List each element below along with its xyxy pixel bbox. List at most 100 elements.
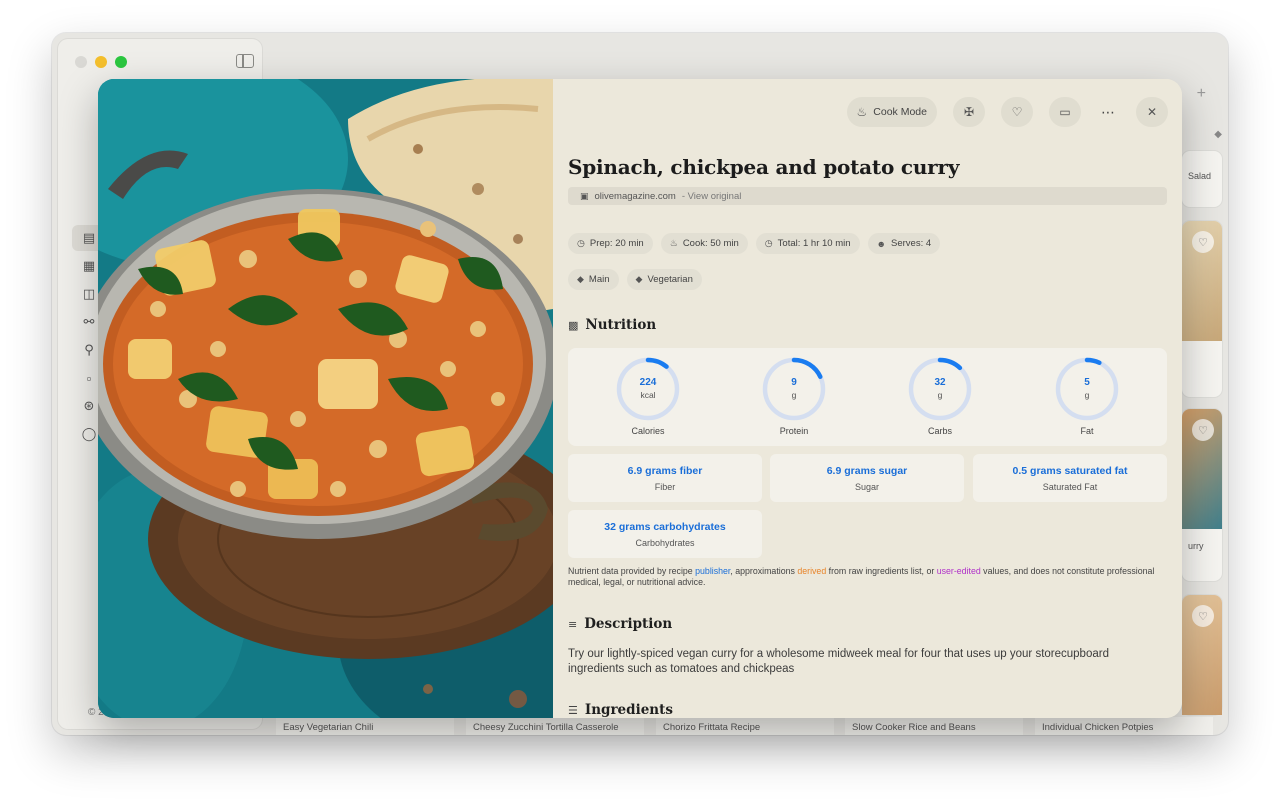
favorite-button[interactable]: ♡ [1001,97,1033,127]
recipe-times: ◷ Prep: 20 min ♨ Cook: 50 min ◷ Total: 1… [568,233,941,254]
nutrition-disclaimer: Nutrient data provided by recipe publish… [568,566,1168,589]
recipe-card-title[interactable]: Chorizo Frittata Recipe [656,717,834,735]
disclaimer-text: Nutrient data provided by recipe [568,566,696,576]
ring-label: Fat [1080,426,1094,436]
fact-value: 6.9 grams fiber [627,465,703,477]
minimize-window-button[interactable] [95,56,107,68]
recipe-photo-illustration [98,79,553,718]
people-icon: ☻ [876,238,887,249]
recipe-toolbar: ♨ Cook Mode ✠ ♡ ▭ ⋯ ✕ [846,97,1168,127]
recipe-card[interactable]: ♡ [1182,221,1222,397]
fat-ring: 5 g Fat [1037,356,1137,436]
tag-main[interactable]: ◆ Main [568,269,619,290]
ring-unit: g [791,390,797,400]
protein-ring: 9 g Protein [744,356,844,436]
zoom-window-button[interactable] [115,56,127,68]
recipe-card-title[interactable]: Individual Chicken Potpies [1035,717,1213,735]
recipe-card-title: urry [1188,541,1204,551]
ring-label: Carbs [927,426,952,436]
progress-ring [762,357,826,421]
text-lines-icon: ≡ [568,617,578,631]
heart-icon: ♡ [1011,105,1023,119]
fact-value: 32 grams carbohydrates [604,521,726,533]
tag-icon[interactable]: ◆ [1214,129,1222,140]
close-icon: ✕ [1146,105,1158,119]
total-time: Total: 1 hr 10 min [777,238,851,249]
publisher-legend: publisher [695,566,731,576]
disclaimer-text: , approximations [730,566,798,576]
serves-pill[interactable]: ☻ Serves: 4 [867,233,941,254]
carbohydrates-fact: 32 grams carbohydrates Carbohydrates [568,510,762,558]
fact-value: 0.5 grams saturated fat [1012,465,1128,477]
fact-label: Carbohydrates [635,538,695,548]
fact-value: 6.9 grams sugar [826,465,908,477]
source-link[interactable]: ▣ olivemagazine.com - View original [568,187,1167,205]
cast-button[interactable]: ▭ [1049,97,1081,127]
ring-label: Calories [631,426,665,436]
saturated-fat-fact: 0.5 grams saturated fat Saturated Fat [973,454,1167,502]
nutrition-heading-text: Nutrition [585,317,657,333]
tag-icon: ◆ [577,274,584,284]
add-button[interactable]: + [1197,85,1206,103]
ring-unit: g [1084,390,1090,400]
ring-label: Protein [779,426,809,436]
recipe-card-title[interactable]: Easy Vegetarian Chili [276,717,454,735]
description-heading: ≡ Description [568,616,672,632]
total-time-pill: ◷ Total: 1 hr 10 min [755,233,860,254]
recipe-card[interactable]: ♡ [1182,595,1222,715]
tag-label: Main [588,274,610,285]
clock-icon: ◷ [764,238,773,248]
more-button[interactable]: ⋯ [1097,97,1120,127]
fact-label: Fiber [654,482,676,492]
fork-knife-icon: ✠ [963,105,975,119]
utensils-button[interactable]: ✠ [953,97,985,127]
ring-value: 9 [791,377,797,388]
carbs-ring: 32 g Carbs [890,356,990,436]
recipe-card-title: Salad [1188,171,1212,181]
view-original-link[interactable]: - View original [682,191,742,202]
external-link-icon: ▣ [580,190,589,201]
description-heading-text: Description [584,616,673,632]
ring-value: 5 [1084,377,1090,388]
ingredients-heading-text: Ingredients [584,702,673,718]
ring-value: 224 [639,377,657,388]
recipe-tags: ◆ Main ◆ Vegetarian [568,269,702,290]
recipe-card[interactable]: Salad [1182,151,1222,207]
cook-time: Cook: 50 min [682,238,739,249]
tag-icon: ◆ [635,274,643,284]
recipe-photo [98,79,553,718]
sugar-fact: 6.9 grams sugar Sugar [770,454,964,502]
recipe-grid-row: Easy Vegetarian Chili Cheesy Zucchini To… [276,717,1226,735]
recipe-title: Spinach, chickpea and potato curry [568,155,960,179]
heart-icon[interactable]: ♡ [1192,231,1214,253]
ring-unit: kcal [640,390,656,400]
timer-icon: ◷ [577,238,585,248]
recipe-card-title[interactable]: Cheesy Zucchini Tortilla Casserole [466,717,644,735]
fact-label: Sugar [854,482,880,492]
derived-legend: derived [797,566,827,576]
cook-mode-button[interactable]: ♨ Cook Mode [846,97,937,127]
serves-count: Serves: 4 [891,238,932,249]
cast-icon: ▭ [1059,105,1071,119]
progress-ring [616,357,680,421]
cook-time-pill: ♨ Cook: 50 min [660,233,748,254]
tag-vegetarian[interactable]: ◆ Vegetarian [626,269,702,290]
close-button[interactable]: ✕ [1136,97,1168,127]
flame-icon: ♨ [856,105,868,119]
ingredients-heading: ☰ Ingredients [568,702,673,718]
prep-time-pill: ◷ Prep: 20 min [568,233,653,254]
tag-label: Vegetarian [647,274,693,285]
progress-ring [1055,357,1119,421]
heart-icon[interactable]: ♡ [1192,419,1214,441]
recipe-card-title[interactable]: Slow Cooker Rice and Beans [845,717,1023,735]
recipe-card[interactable]: ♡ urry [1182,409,1222,581]
close-window-button[interactable] [75,56,87,68]
source-domain: olivemagazine.com [594,190,676,202]
cook-mode-label: Cook Mode [873,106,927,118]
sidebar-toggle-icon[interactable] [236,54,254,68]
ring-unit: g [937,390,943,400]
recipe-detail-modal: ♨ Cook Mode ✠ ♡ ▭ ⋯ ✕ Spinach, chickpea … [98,79,1182,718]
heart-icon[interactable]: ♡ [1192,605,1214,627]
nutrition-heading: ▩ Nutrition [568,317,656,333]
recipe-detail-panel: ♨ Cook Mode ✠ ♡ ▭ ⋯ ✕ Spinach, chickpea … [553,79,1182,718]
